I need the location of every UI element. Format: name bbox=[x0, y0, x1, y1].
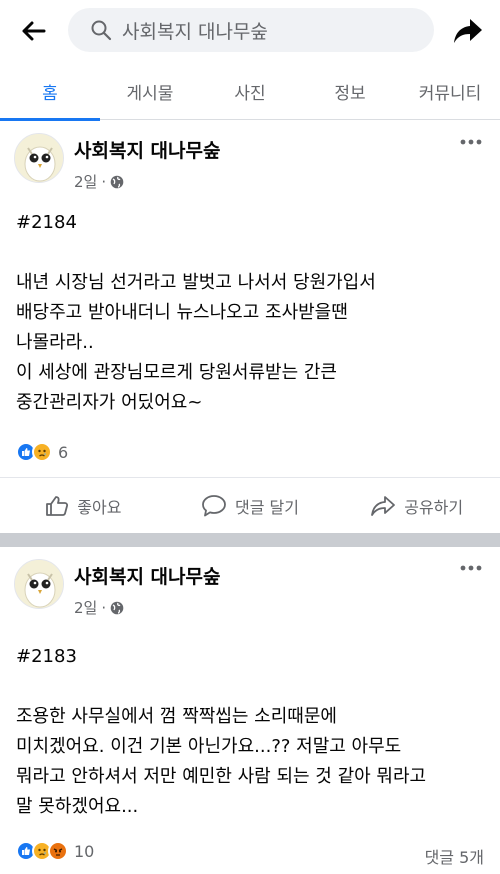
search-icon bbox=[91, 20, 112, 41]
comment-label: 댓글 달기 bbox=[235, 497, 299, 517]
post-card: 사회복지 대나무숲 2일 · #2184 내년 시장님 선거라고 발벗고 나서서… bbox=[0, 121, 500, 533]
more-options-button[interactable] bbox=[456, 559, 486, 577]
top-bar: 사회복지 대나무숲 bbox=[0, 0, 500, 62]
back-arrow-icon bbox=[22, 21, 46, 41]
tab-photos[interactable]: 사진 bbox=[200, 62, 300, 120]
post-meta: 2일 · bbox=[74, 171, 124, 192]
owl-avatar-icon bbox=[15, 560, 63, 608]
post-separator bbox=[0, 533, 500, 547]
reaction-count: 10 bbox=[74, 841, 95, 861]
globe-icon bbox=[110, 175, 124, 188]
meta-separator: · bbox=[101, 598, 107, 617]
page-avatar[interactable] bbox=[14, 559, 64, 609]
post-card: 사회복지 대나무숲 2일 · #2183 조용한 사무실에서 껌 짝짝씹는 소리… bbox=[0, 547, 500, 874]
more-options-button[interactable] bbox=[456, 133, 486, 151]
thumbs-up-icon bbox=[46, 495, 69, 516]
reaction-count: 6 bbox=[58, 442, 69, 462]
like-button[interactable]: 좋아요 bbox=[0, 478, 167, 533]
tab-posts[interactable]: 게시물 bbox=[100, 62, 200, 120]
reactions-summary[interactable]: 10 bbox=[16, 841, 94, 861]
page-name[interactable]: 사회복지 대나무숲 bbox=[74, 562, 220, 589]
page-avatar[interactable] bbox=[14, 133, 64, 183]
post-text: #2184 내년 시장님 선거라고 발벗고 나서서 당원가입서 배당주고 받아내… bbox=[16, 212, 376, 413]
like-label: 좋아요 bbox=[77, 497, 122, 517]
back-button[interactable] bbox=[14, 13, 54, 49]
reactions-summary[interactable]: 6 bbox=[16, 442, 68, 462]
tab-community[interactable]: 커뮤니티 bbox=[400, 62, 500, 120]
meta-separator: · bbox=[101, 172, 107, 191]
share-button[interactable]: 공유하기 bbox=[333, 478, 500, 533]
comment-bubble-icon bbox=[202, 494, 226, 516]
page-name[interactable]: 사회복지 대나무숲 bbox=[74, 136, 220, 163]
post-time[interactable]: 2일 bbox=[74, 171, 97, 192]
search-input[interactable]: 사회복지 대나무숲 bbox=[68, 8, 434, 52]
angry-reaction-icon bbox=[48, 841, 68, 861]
post-meta: 2일 · bbox=[74, 597, 124, 618]
comment-button[interactable]: 댓글 달기 bbox=[167, 478, 334, 533]
post-text: #2183 조용한 사무실에서 껌 짝짝씹는 소리때문에 미치겠어요. 이건 기… bbox=[16, 646, 427, 817]
share-icon bbox=[371, 495, 396, 516]
more-dots-icon bbox=[460, 139, 482, 145]
tab-about[interactable]: 정보 bbox=[300, 62, 400, 120]
share-arrow-icon bbox=[454, 19, 482, 43]
post-actions: 좋아요 댓글 달기 공유하기 bbox=[0, 477, 500, 533]
more-dots-icon bbox=[460, 565, 482, 571]
share-page-button[interactable] bbox=[448, 12, 488, 50]
owl-avatar-icon bbox=[15, 134, 63, 182]
search-text: 사회복지 대나무숲 bbox=[122, 20, 268, 43]
comments-count[interactable]: 댓글 5개 bbox=[425, 844, 484, 868]
page-tabs: 홈 게시물 사진 정보 커뮤니티 bbox=[0, 62, 500, 121]
sad-reaction-icon bbox=[32, 442, 52, 462]
share-label: 공유하기 bbox=[404, 497, 464, 517]
tab-home[interactable]: 홈 bbox=[0, 62, 100, 121]
post-time[interactable]: 2일 bbox=[74, 597, 97, 618]
globe-icon bbox=[110, 601, 124, 614]
